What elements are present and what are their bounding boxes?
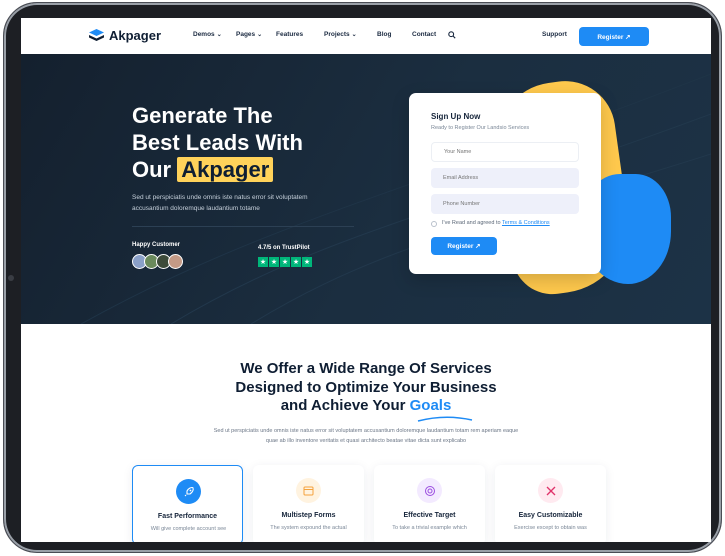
feature-title: Multistep Forms: [281, 512, 336, 519]
feature-title: Effective Target: [403, 512, 456, 519]
signup-subtitle: Ready to Register Our Landsio Services: [431, 125, 530, 131]
customer-avatars: [132, 254, 183, 269]
rocket-icon: [176, 479, 201, 504]
tools-icon: [538, 478, 563, 503]
star-icon: ★: [269, 257, 279, 267]
services-heading-line2: Designed to Optimize Your Business: [235, 378, 497, 396]
terms-prefix: I've Read and agreed to: [442, 220, 501, 226]
terms-checkbox[interactable]: [431, 221, 437, 227]
nav-blog[interactable]: Blog: [377, 31, 391, 38]
star-icon: ★: [258, 257, 268, 267]
hero-desc-line2: accusantium doloremque laudantium totame: [132, 205, 260, 212]
feature-desc: Will give complete account see: [150, 526, 227, 532]
hero-title-line3: Our: [132, 157, 172, 182]
nav-features-label: Features: [276, 31, 304, 38]
underline-swoosh: [417, 416, 473, 422]
feature-card-multistep-forms[interactable]: Multistep Forms The system expound the a…: [253, 465, 364, 542]
hero-title-line1: Generate The: [132, 103, 273, 128]
hero-desc-line1: Sed ut perspiciatis unde omnis iste natu…: [132, 194, 308, 201]
hero-description: Sed ut perspiciatis unde omnis iste natu…: [132, 192, 372, 214]
trustpilot-stars: ★ ★ ★ ★ ★: [258, 257, 312, 267]
avatar: [168, 254, 183, 269]
services-heading-highlight: Goals: [409, 397, 452, 414]
services-description: Sed ut perspiciatis unde omnis iste natu…: [181, 426, 551, 446]
feature-desc: To take a trivial example which: [392, 525, 467, 531]
services-heading: We Offer a Wide Range Of Services Design…: [21, 360, 711, 416]
name-input[interactable]: [431, 142, 579, 162]
email-input[interactable]: [431, 168, 579, 188]
services-heading-line3: and Achieve Your: [280, 397, 406, 414]
feature-card-easy-customizable[interactable]: Easy Customizable Exercise except to obt…: [495, 465, 606, 542]
hero-section: Generate The Best Leads With Our Akpager…: [21, 54, 711, 324]
hero-title-highlight: Akpager: [177, 157, 274, 182]
terms-text: I've Read and agreed to Terms & Conditio…: [442, 220, 550, 226]
star-icon: ★: [280, 257, 290, 267]
trustpilot-rating: 4.7/5 on TrustPilot: [258, 245, 310, 251]
feature-title: Fast Performance: [157, 513, 218, 520]
hero-title: Generate The Best Leads With Our Akpager: [132, 102, 392, 183]
nav-projects[interactable]: Projects ⌄: [324, 31, 357, 38]
divider: [132, 226, 354, 227]
nav-demos[interactable]: Demos ⌄: [193, 31, 222, 38]
signup-card: Sign Up Now Ready to Register Our Landsi…: [409, 93, 601, 274]
nav-features[interactable]: Features: [276, 31, 303, 38]
camera-dot: [8, 275, 14, 281]
screen: Akpager Demos ⌄ Pages ⌄ Features Projects ⌄…: [21, 18, 711, 542]
nav-projects-label: Projects: [324, 31, 350, 38]
nav-contact-label: Contact: [412, 31, 437, 38]
signup-title: Sign Up Now: [431, 112, 481, 121]
top-navbar: Akpager Demos ⌄ Pages ⌄ Features Projects ⌄…: [21, 18, 711, 54]
chevron-down-icon: ⌄: [351, 32, 357, 38]
feature-desc: The system expound the actual: [270, 525, 347, 531]
nav-demos-label: Demos: [193, 31, 215, 38]
logo-mark-icon: [89, 28, 104, 41]
nav-pages-label: Pages: [236, 31, 256, 38]
target-icon: [417, 478, 442, 503]
nav-blog-label: Blog: [377, 31, 392, 38]
services-desc-line2: quae ab illo inventore veritatis et quas…: [265, 438, 467, 444]
feature-card-effective-target[interactable]: Effective Target To take a trivial examp…: [374, 465, 485, 542]
terms-link[interactable]: Terms & Conditions: [502, 220, 550, 226]
happy-customer-label: Happy Customer: [132, 242, 181, 248]
nav-pages[interactable]: Pages ⌄: [236, 31, 262, 38]
star-icon: ★: [291, 257, 301, 267]
logo[interactable]: Akpager: [89, 28, 161, 43]
chevron-down-icon: ⌄: [216, 32, 222, 38]
logo-text: Akpager: [109, 28, 162, 43]
calendar-icon: [296, 478, 321, 503]
phone-input[interactable]: [431, 194, 579, 214]
hero-title-line2: Best Leads With: [132, 130, 303, 155]
star-icon: ★: [302, 257, 312, 267]
register-button[interactable]: Register ↗: [579, 27, 649, 46]
signup-register-button[interactable]: Register ↗: [431, 237, 497, 255]
feature-card-fast-performance[interactable]: Fast Performance Will give complete acco…: [132, 465, 243, 542]
chevron-down-icon: ⌄: [257, 32, 263, 38]
services-heading-line1: We Offer a Wide Range Of Services: [240, 360, 492, 377]
nav-contact[interactable]: Contact: [412, 31, 436, 38]
tablet-frame: Akpager Demos ⌄ Pages ⌄ Features Projects ⌄…: [3, 2, 722, 553]
search-icon[interactable]: [448, 31, 456, 39]
support-link[interactable]: Support: [542, 31, 567, 38]
feature-desc: Exercise except to obtain was: [514, 525, 587, 531]
feature-title: Easy Customizable: [518, 512, 583, 519]
services-desc-line1: Sed ut perspiciatis unde omnis iste natu…: [213, 428, 519, 434]
